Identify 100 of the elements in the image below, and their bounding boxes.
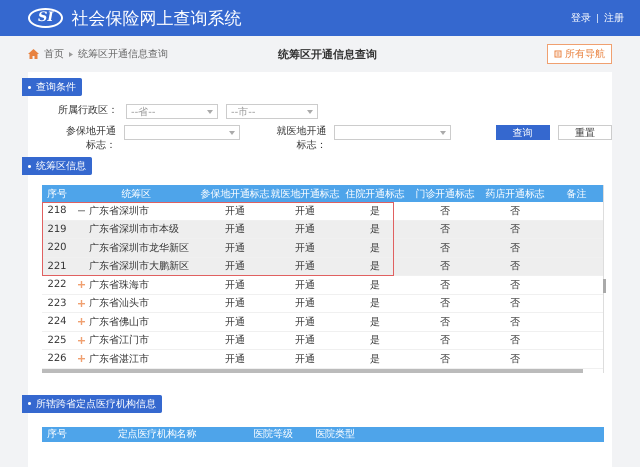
table-cell-text: 否 (509, 242, 521, 255)
column-header: 医院等级 (252, 428, 294, 441)
column-header: 序号 (46, 188, 68, 200)
row-number: 219 (46, 224, 68, 235)
table-cell-text: 否 (439, 352, 451, 366)
field-label: 就医地开通标志： (275, 125, 326, 153)
table-cell-text: 是 (369, 260, 381, 274)
select-field[interactable] (124, 125, 240, 140)
caret-icon (229, 130, 236, 134)
table-cell-text: 是 (369, 352, 381, 366)
region-label: 广东省佛山市 (89, 316, 149, 329)
list-icon (554, 50, 562, 58)
page-title: 统筹区开通信息查询 (278, 46, 378, 62)
region-label: 广东省江门市 (89, 334, 149, 348)
table-cell-text: 开通 (224, 222, 246, 236)
table-cell-text: 否 (509, 204, 521, 218)
column-header: 参保地开通标志 (200, 188, 270, 200)
plus-icon[interactable] (78, 355, 85, 362)
table-cell-text: 开通 (224, 204, 246, 218)
nav-button[interactable]: 所有导航 (547, 44, 612, 64)
table-cell-text: 是 (369, 278, 381, 292)
field-label: 所属行政区： (58, 104, 118, 118)
home-icon[interactable] (28, 49, 39, 59)
region-label: 广东省湛江市 (89, 352, 149, 366)
row-number: 220 (46, 242, 68, 254)
breadcrumb-item: 统筹区开通信息查询 (78, 48, 168, 61)
row-number: 221 (46, 260, 68, 272)
table-cell-text: 是 (369, 223, 381, 236)
plus-icon[interactable] (78, 336, 85, 344)
column-header: 备注 (566, 188, 588, 200)
select-field[interactable] (334, 125, 451, 140)
column-header: 就医地开通标志 (270, 188, 340, 200)
column-header: 门诊开通标志 (414, 188, 476, 200)
column-header: 医院类型 (314, 428, 356, 441)
table-cell-text: 否 (509, 297, 521, 310)
chevron-icon (69, 52, 73, 56)
reset-button[interactable]: 重置 (558, 125, 612, 140)
table-cell-text: 是 (369, 242, 381, 255)
table-cell-text: 否 (439, 316, 451, 329)
table-cell-text: 开通 (294, 260, 316, 274)
column-header: 统筹区 (120, 188, 152, 200)
table-cell-text: 否 (439, 260, 451, 274)
table-cell-text: 开通 (294, 242, 316, 255)
table-cell-text: 开通 (294, 352, 316, 366)
row-number: 226 (46, 353, 68, 364)
plus-icon[interactable] (78, 281, 85, 288)
section-tag: 统筹区信息 (22, 157, 92, 175)
table-cell-text: 开通 (294, 222, 316, 236)
column-header: 住院开通标志 (344, 188, 406, 200)
header-link[interactable]: 注册 (604, 11, 624, 25)
column-header: 药店开通标志 (484, 188, 546, 200)
scrollbar-thumb[interactable] (603, 279, 606, 293)
table-cell-text: 开通 (294, 204, 316, 218)
column-header: 定点医疗机构名称 (116, 428, 198, 441)
select-field[interactable]: --市-- (226, 104, 318, 119)
plus-icon[interactable] (78, 300, 85, 307)
minus-icon[interactable] (78, 207, 85, 214)
header-link[interactable]: 登录 (571, 11, 591, 25)
region-label: 广东省深圳市市本级 (89, 222, 179, 236)
region-label: 广东省深圳市 (89, 204, 149, 218)
row-number: 225 (46, 334, 68, 346)
table-cell-text: 是 (369, 316, 381, 329)
table-cell-text: 否 (509, 316, 521, 329)
table-cell-text: 开通 (224, 352, 246, 366)
search-button[interactable]: 查询 (496, 125, 550, 140)
table-cell-text: 开通 (294, 316, 316, 329)
table-cell-text: 开通 (294, 296, 316, 310)
table-cell-text: 开通 (224, 278, 246, 292)
table-cell-text: 否 (439, 278, 451, 292)
table-cell-text: 否 (509, 260, 521, 274)
table-cell-text: 否 (439, 204, 451, 218)
table-cell-text: 开通 (294, 278, 316, 292)
table-cell-text: 是 (369, 204, 381, 218)
region-label: 广东省汕头市 (89, 296, 149, 310)
site-title: 社会保险网上查询系统 (71, 8, 242, 30)
table-cell-text: 开通 (294, 334, 316, 348)
table-cell-text: 否 (439, 297, 451, 310)
table-cell-text: 否 (509, 223, 521, 236)
table-cell-text: 开通 (224, 260, 246, 274)
table-cell-text: 开通 (224, 296, 246, 310)
table-cell-text: 否 (439, 223, 451, 236)
plus-icon[interactable] (78, 318, 85, 326)
table-cell-text: 否 (509, 352, 521, 366)
section-tag: 所辖跨省定点医疗机构信息 (22, 394, 162, 412)
select-field[interactable]: --省-- (126, 104, 218, 119)
section-tag: 查询条件 (22, 78, 82, 96)
table-cell-text: 是 (369, 297, 381, 310)
table-cell-text: 开通 (224, 242, 246, 255)
table-cell-text: 开通 (224, 334, 246, 348)
table-cell-text: 开通 (224, 316, 246, 329)
table-cell-text: 是 (369, 334, 381, 348)
table-cell-text: 否 (509, 334, 521, 348)
breadcrumb-item[interactable]: 首页 (44, 47, 64, 61)
logo: SI (28, 8, 64, 28)
caret-icon (207, 110, 213, 114)
field-label: 参保地开通标志： (64, 125, 116, 153)
region-label: 广东省珠海市 (89, 278, 149, 292)
row-number: 218 (46, 205, 68, 216)
scrollbar[interactable] (42, 368, 583, 372)
table-cell-text: 否 (439, 242, 451, 255)
